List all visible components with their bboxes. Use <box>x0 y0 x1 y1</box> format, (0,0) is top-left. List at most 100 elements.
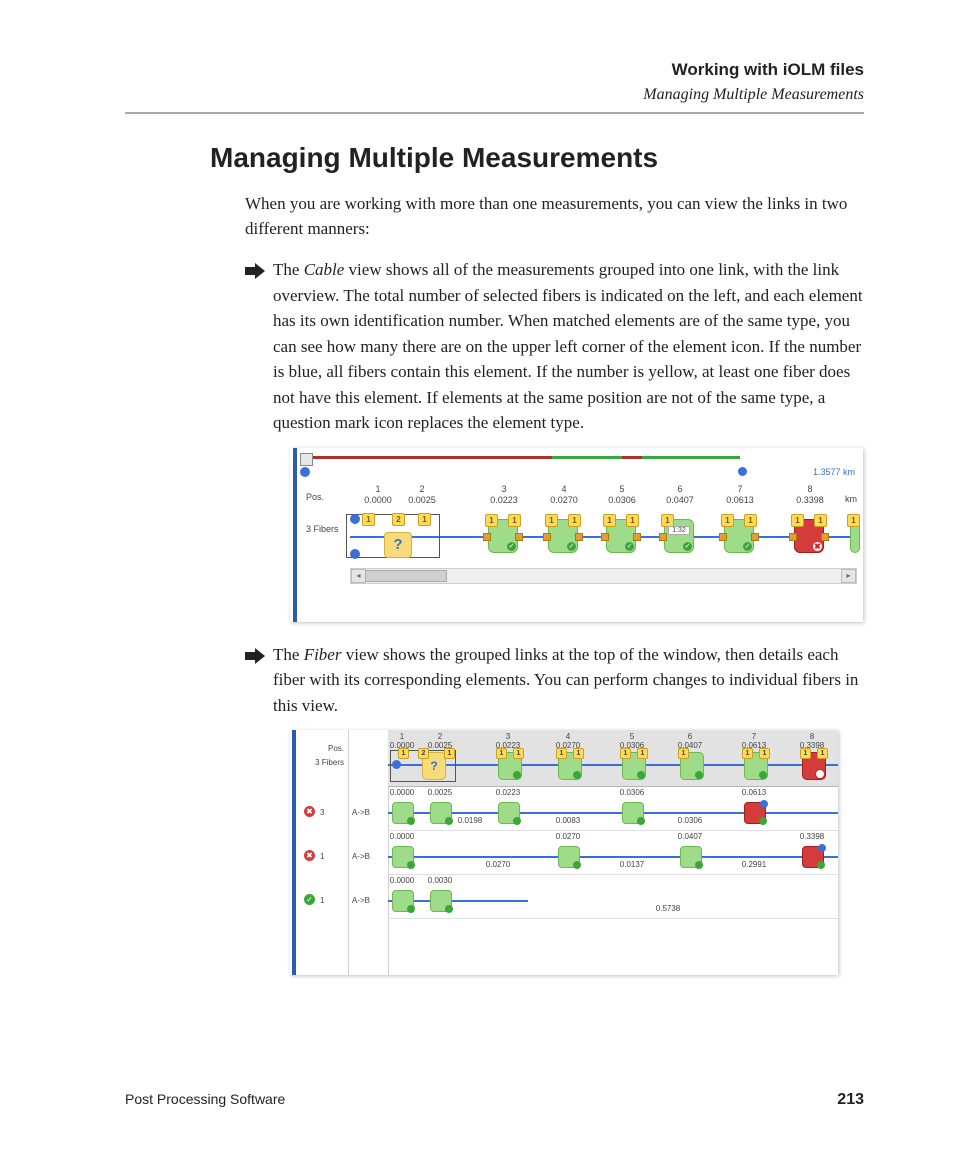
element-fail <box>802 846 824 868</box>
element-pass: 1 1 ✓ <box>488 519 518 553</box>
tracks-area: Pos. 3 Fibers 10.000020.002530.022340.02… <box>388 730 838 975</box>
element-pass: 1 1 ✓ <box>724 519 754 553</box>
segment-length: 0.0083 <box>556 816 580 825</box>
position-column: 80.3398 <box>785 484 835 505</box>
pass-tick-icon <box>759 771 767 779</box>
pos-label: Pos. <box>306 492 324 502</box>
count-badge: 1 <box>545 514 558 527</box>
position-value: 0.0407 <box>667 741 713 750</box>
count-badge: 1 <box>485 514 498 527</box>
position-values: 0.00000.0030 <box>388 876 838 886</box>
figure-cable-view: 1.3577 km Pos. 3 Fibers km 10.000020.002… <box>290 448 863 622</box>
endpoint-a-dot-icon <box>300 467 310 477</box>
fibers-label: 3 Fibers <box>302 758 344 767</box>
scroll-right-icon[interactable]: ▸ <box>841 569 856 583</box>
position-column: 40.0270 <box>545 732 591 750</box>
bullet-text: The Cable view shows all of the measurem… <box>273 257 864 436</box>
element-pass <box>558 846 580 868</box>
position-column: 80.3398 <box>789 732 835 750</box>
pass-tick-icon <box>637 817 645 825</box>
scroll-thumb[interactable] <box>365 570 447 582</box>
overview-seg-pass2 <box>642 456 740 459</box>
connector-stub <box>659 533 667 541</box>
segment-length: 0.0270 <box>486 860 510 869</box>
count-badge: 1 <box>742 748 753 759</box>
position-column: 30.0223 <box>479 484 529 505</box>
position-value: 0.0306 <box>620 788 644 797</box>
position-value: 0.0613 <box>731 741 777 750</box>
connector-stub <box>601 533 609 541</box>
position-index: 3 <box>479 484 529 494</box>
count-badge: 2 <box>392 513 405 526</box>
fiber-row: 0.00000.0030 0.5738 <box>388 874 838 919</box>
connector-stub <box>751 533 759 541</box>
position-index: 7 <box>731 732 777 741</box>
position-index: 4 <box>545 732 591 741</box>
endpoint-b-icon <box>738 467 747 476</box>
element-pass <box>430 802 452 824</box>
bullet-pre: The <box>273 260 304 279</box>
link-overview: 1.3577 km <box>302 452 859 480</box>
element-pass <box>498 802 520 824</box>
question-mark-icon: ? <box>384 532 412 558</box>
position-value: 0.0306 <box>597 495 647 505</box>
position-value: 0.0407 <box>678 832 702 841</box>
overview-seg-pass <box>552 456 622 459</box>
element-pass: 1 1 ✓ <box>606 519 636 553</box>
pass-tick-icon <box>513 817 521 825</box>
fiber-number: 1 <box>320 896 324 905</box>
element-pass: 1 1 ✓ <box>548 519 578 553</box>
segment-length: 0.5738 <box>656 904 680 913</box>
element-pass <box>680 846 702 868</box>
count-badge: 1 <box>744 514 757 527</box>
count-badge: 1 <box>513 748 524 759</box>
header-rule <box>125 112 864 114</box>
count-badge: 1 <box>418 513 431 526</box>
scroll-left-icon[interactable]: ◂ <box>351 569 366 583</box>
track-line <box>388 856 838 858</box>
info-icon <box>760 800 768 808</box>
position-column: 50.0306 <box>609 732 655 750</box>
position-column: 60.0407 <box>655 484 705 505</box>
connector-stub <box>633 533 641 541</box>
footer-product: Post Processing Software <box>125 1091 285 1107</box>
element-edge: 1 <box>850 519 860 553</box>
total-length: 1.3577 km <box>813 467 855 477</box>
position-column: 60.0407 <box>667 732 713 750</box>
vertical-accent-bar <box>293 448 297 622</box>
position-index: 5 <box>609 732 655 741</box>
position-index: 2 <box>397 484 447 494</box>
horizontal-scrollbar[interactable]: ◂ ▸ <box>350 568 857 584</box>
count-badge: 1 <box>791 514 804 527</box>
position-value: 0.0270 <box>539 495 589 505</box>
start-a-icon2 <box>350 549 360 559</box>
segment-length: 0.0137 <box>620 860 644 869</box>
count-badge: 1 <box>444 748 455 759</box>
count-badge: 1 <box>603 514 616 527</box>
fail-x-icon <box>815 769 825 779</box>
section-subtitle: Managing Multiple Measurements <box>125 86 864 104</box>
fail-x-icon: ✖ <box>813 542 822 551</box>
pass-tick-icon: ✓ <box>625 542 634 551</box>
position-values: 0.00000.00250.02230.03060.0613 <box>388 788 838 798</box>
element-splitter: 1 1:32 ✓ <box>664 519 694 553</box>
position-index: 6 <box>667 732 713 741</box>
segment-length: 0.0198 <box>458 816 482 825</box>
position-value: 0.0025 <box>428 788 452 797</box>
pass-tick-icon <box>817 861 825 869</box>
pass-tick-icon <box>407 817 415 825</box>
position-value: 0.0223 <box>496 788 520 797</box>
count-badge: 1 <box>556 748 567 759</box>
count-badge: 1 <box>678 748 689 759</box>
pass-tick-icon <box>573 771 581 779</box>
bullet-lead: Cable <box>304 260 345 279</box>
intro-paragraph: When you are working with more than one … <box>245 192 864 241</box>
position-column: 10.0000 <box>353 484 403 505</box>
position-value: 0.3398 <box>800 832 824 841</box>
fiber-row: 0.00000.02700.04070.33980.02700.01370.29… <box>388 830 838 875</box>
pos-label: Pos. <box>308 744 344 753</box>
count-badge: 1 <box>573 748 584 759</box>
count-badge: 1 <box>496 748 507 759</box>
pass-tick-icon <box>445 905 453 913</box>
count-badge: 1 <box>398 748 409 759</box>
